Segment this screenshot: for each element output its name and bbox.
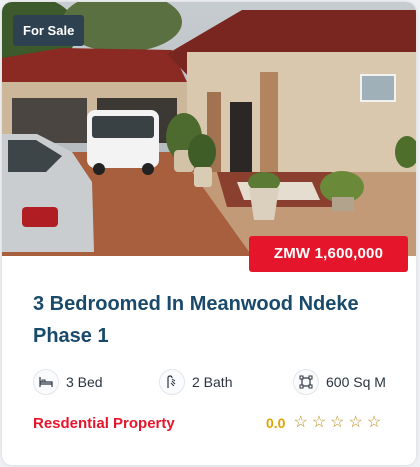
area-label: 600 Sq M bbox=[326, 374, 386, 390]
star-icon[interactable]: ☆ bbox=[367, 414, 381, 432]
baths-label: 2 Bath bbox=[192, 374, 233, 390]
beds-label: 3 Bed bbox=[66, 374, 103, 390]
star-icon[interactable]: ☆ bbox=[349, 414, 363, 432]
property-card[interactable]: For Sale ZMW 1,600,000 3 Bedroomed In Me… bbox=[2, 2, 416, 465]
rating-score: 0.0 bbox=[266, 415, 286, 431]
area-feature: 600 Sq M bbox=[293, 369, 386, 395]
baths-feature: 2 Bath bbox=[159, 369, 232, 395]
beds-feature: 3 Bed bbox=[33, 369, 103, 395]
area-icon bbox=[293, 369, 319, 395]
rating: 0.0 ☆ ☆ ☆ ☆ ☆ bbox=[266, 414, 385, 432]
bed-icon bbox=[33, 369, 59, 395]
star-icon[interactable]: ☆ bbox=[312, 414, 326, 432]
price-badge: ZMW 1,600,000 bbox=[249, 236, 408, 272]
bath-icon bbox=[159, 369, 185, 395]
property-type-link[interactable]: Resdential Property bbox=[33, 415, 175, 432]
star-icon[interactable]: ☆ bbox=[293, 414, 307, 432]
for-sale-badge: For Sale bbox=[13, 15, 85, 46]
listing-title[interactable]: 3 Bedroomed In Meanwood Ndeke Phase 1 bbox=[33, 288, 403, 352]
star-icon[interactable]: ☆ bbox=[330, 414, 344, 432]
